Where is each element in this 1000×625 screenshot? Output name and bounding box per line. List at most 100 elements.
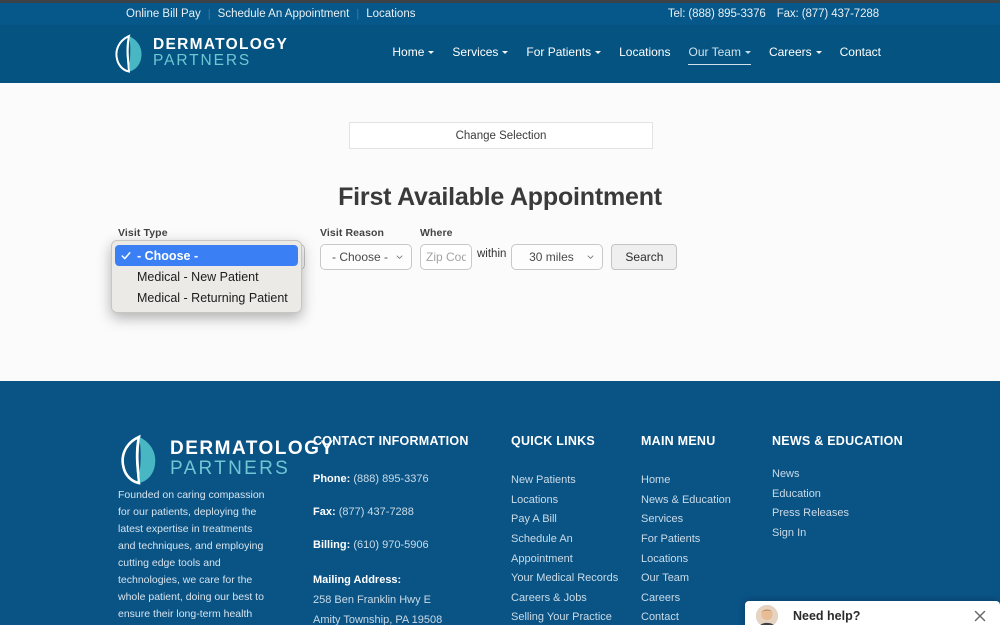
footer-link-appointment[interactable]: Appointment [511, 550, 636, 570]
visit-reason-label: Visit Reason [320, 227, 385, 239]
dropdown-option-label: Medical - Returning Patient [137, 290, 288, 305]
chevron-down-icon [744, 51, 751, 54]
radius-value: 30 miles [529, 250, 574, 264]
visit-reason-value: - Choose - [331, 250, 389, 264]
nav-label: Our Team [688, 45, 741, 59]
logo-line-dermatology: DERMATOLOGY [153, 36, 289, 54]
footer-menu-news-education[interactable]: News & Education [641, 491, 761, 511]
footer-billing-label: Billing: [313, 538, 351, 551]
radius-select[interactable]: 30 miles [511, 244, 604, 270]
nav-label: Locations [619, 45, 671, 59]
page-root: Online Bill Pay | Schedule An Appointmen… [0, 0, 1000, 625]
nav-item-for-patients[interactable]: For Patients [517, 45, 610, 65]
footer-menu-our-team[interactable]: Our Team [641, 569, 761, 589]
footer-address-line-1: 258 Ben Franklin Hwy E [313, 594, 431, 607]
where-label: Where [420, 227, 453, 239]
footer-link-your-medical-records[interactable]: Your Medical Records [511, 569, 636, 589]
footer-link-careers-and-jobs[interactable]: Careers & Jobs [511, 589, 636, 609]
dropdown-option-choose[interactable]: - Choose - [115, 245, 298, 266]
visit-type-label: Visit Type [118, 227, 168, 239]
utility-bar: Online Bill Pay | Schedule An Appointmen… [0, 3, 1000, 25]
footer-column-news-education: NEWS & EDUCATION News Education Press Re… [772, 434, 912, 544]
utility-telephone[interactable]: Tel: (888) 895-3376 [668, 8, 766, 20]
where-field: Where [420, 227, 472, 270]
logo-wordmark: DERMATOLOGY PARTNERS [153, 37, 288, 69]
footer-menu-home[interactable]: Home [641, 471, 761, 491]
site-logo[interactable]: DERMATOLOGY PARTNERS [113, 33, 288, 73]
footer-menu-careers[interactable]: Careers [641, 589, 761, 609]
agent-avatar-image [756, 605, 778, 625]
footer-link-new-patients[interactable]: New Patients [511, 471, 636, 491]
footer-menu-services[interactable]: Services [641, 510, 761, 530]
footer-logo-line-dermatology: DERMATOLOGY [170, 438, 335, 460]
chevron-down-icon [595, 51, 602, 54]
footer-mailing-address: Mailing Address: 258 Ben Franklin Hwy E … [313, 570, 498, 625]
visit-reason-field: Visit Reason - Choose - [320, 227, 412, 270]
footer-menu-contact[interactable]: Contact [641, 608, 761, 625]
footer-logo-line-partners: PARTNERS [170, 458, 291, 479]
footer-news-education[interactable]: Education [772, 485, 912, 505]
nav-label: For Patients [526, 45, 592, 59]
chat-widget[interactable]: Need help? [745, 601, 1000, 625]
footer-column-quick-links: QUICK LINKS New Patients Locations Pay A… [511, 434, 636, 625]
dropdown-option-medical-returning-patient[interactable]: Medical - Returning Patient [115, 287, 298, 308]
footer-heading-quick-links: QUICK LINKS [511, 434, 595, 448]
footer-about-text: Founded on caring compassion for our pat… [118, 489, 265, 620]
footer-column-contact: CONTACT INFORMATION Phone: (888) 895-337… [313, 434, 498, 625]
visit-type-dropdown-menu[interactable]: - Choose - Medical - New Patient Medical… [111, 240, 302, 313]
nav-item-our-team[interactable]: Our Team [679, 45, 759, 65]
agent-avatar [756, 605, 778, 625]
nav-label: Home [392, 45, 425, 59]
visit-reason-select[interactable]: - Choose - [320, 244, 412, 270]
footer-phone-value[interactable]: (888) 895-3376 [353, 473, 428, 485]
nav-label: Careers [768, 45, 812, 59]
check-icon [121, 251, 131, 259]
utility-contact: Tel: (888) 895-3376 Fax: (877) 437-7288 [668, 8, 879, 20]
footer-logo[interactable]: DERMATOLOGY PARTNERS [118, 433, 335, 485]
footer-news-sign-in[interactable]: Sign In [772, 524, 912, 544]
footer-fax: Fax: (877) 437-7288 [313, 504, 498, 522]
nav-label: Services [452, 45, 499, 59]
footer-news-news[interactable]: News [772, 465, 912, 485]
utility-link-online-bill-pay[interactable]: Online Bill Pay [126, 8, 208, 20]
nav-item-services[interactable]: Services [443, 45, 517, 65]
dermatology-partners-logo-icon [121, 434, 156, 485]
nav-item-careers[interactable]: Careers [760, 45, 831, 65]
site-header: DERMATOLOGY PARTNERS Home Services For P… [0, 25, 1000, 83]
search-button[interactable]: Search [611, 244, 678, 270]
footer-logo-wordmark: DERMATOLOGY PARTNERS [170, 439, 335, 478]
footer-phone: Phone: (888) 895-3376 [313, 471, 498, 489]
zip-code-input[interactable] [420, 244, 472, 270]
utility-links: Online Bill Pay | Schedule An Appointmen… [126, 8, 422, 20]
nav-label: Contact [839, 45, 881, 59]
footer-menu-locations[interactable]: Locations [641, 550, 761, 570]
nav-item-locations[interactable]: Locations [610, 45, 679, 65]
chevron-down-icon [588, 255, 594, 260]
nav-item-contact[interactable]: Contact [831, 45, 890, 65]
footer-phone-label: Phone: [313, 473, 351, 486]
chevron-down-icon [502, 51, 509, 54]
footer-link-schedule-an[interactable]: Schedule An [511, 530, 636, 550]
footer-billing: Billing: (610) 970-5906 [313, 537, 498, 555]
footer-heading-main-menu: MAIN MENU [641, 434, 716, 448]
footer-news-press-releases[interactable]: Press Releases [772, 504, 912, 524]
footer-link-selling-your-practice[interactable]: Selling Your Practice [511, 608, 636, 625]
chevron-down-icon [428, 51, 435, 54]
within-label: within [477, 248, 507, 260]
footer-fax-value: (877) 437-7288 [338, 506, 414, 519]
footer-billing-value[interactable]: (610) 970-5906 [353, 539, 428, 551]
nav-item-home[interactable]: Home [383, 45, 443, 65]
change-selection-button[interactable]: Change Selection [349, 122, 653, 149]
footer-column-main-menu: MAIN MENU Home News & Education Services… [641, 434, 761, 625]
footer-link-pay-a-bill[interactable]: Pay A Bill [511, 510, 636, 530]
close-icon[interactable] [973, 609, 987, 623]
chat-label: Need help? [793, 609, 861, 623]
footer-menu-for-patients[interactable]: For Patients [641, 530, 761, 550]
utility-link-schedule-appointment[interactable]: Schedule An Appointment [211, 8, 357, 20]
footer-address-line-2: Amity Township, PA 19508 [313, 614, 443, 625]
page-title: First Available Appointment [338, 183, 662, 211]
footer-link-locations[interactable]: Locations [511, 491, 636, 511]
chevron-down-icon [815, 51, 822, 54]
dropdown-option-medical-new-patient[interactable]: Medical - New Patient [115, 266, 298, 287]
utility-link-locations[interactable]: Locations [359, 8, 422, 20]
